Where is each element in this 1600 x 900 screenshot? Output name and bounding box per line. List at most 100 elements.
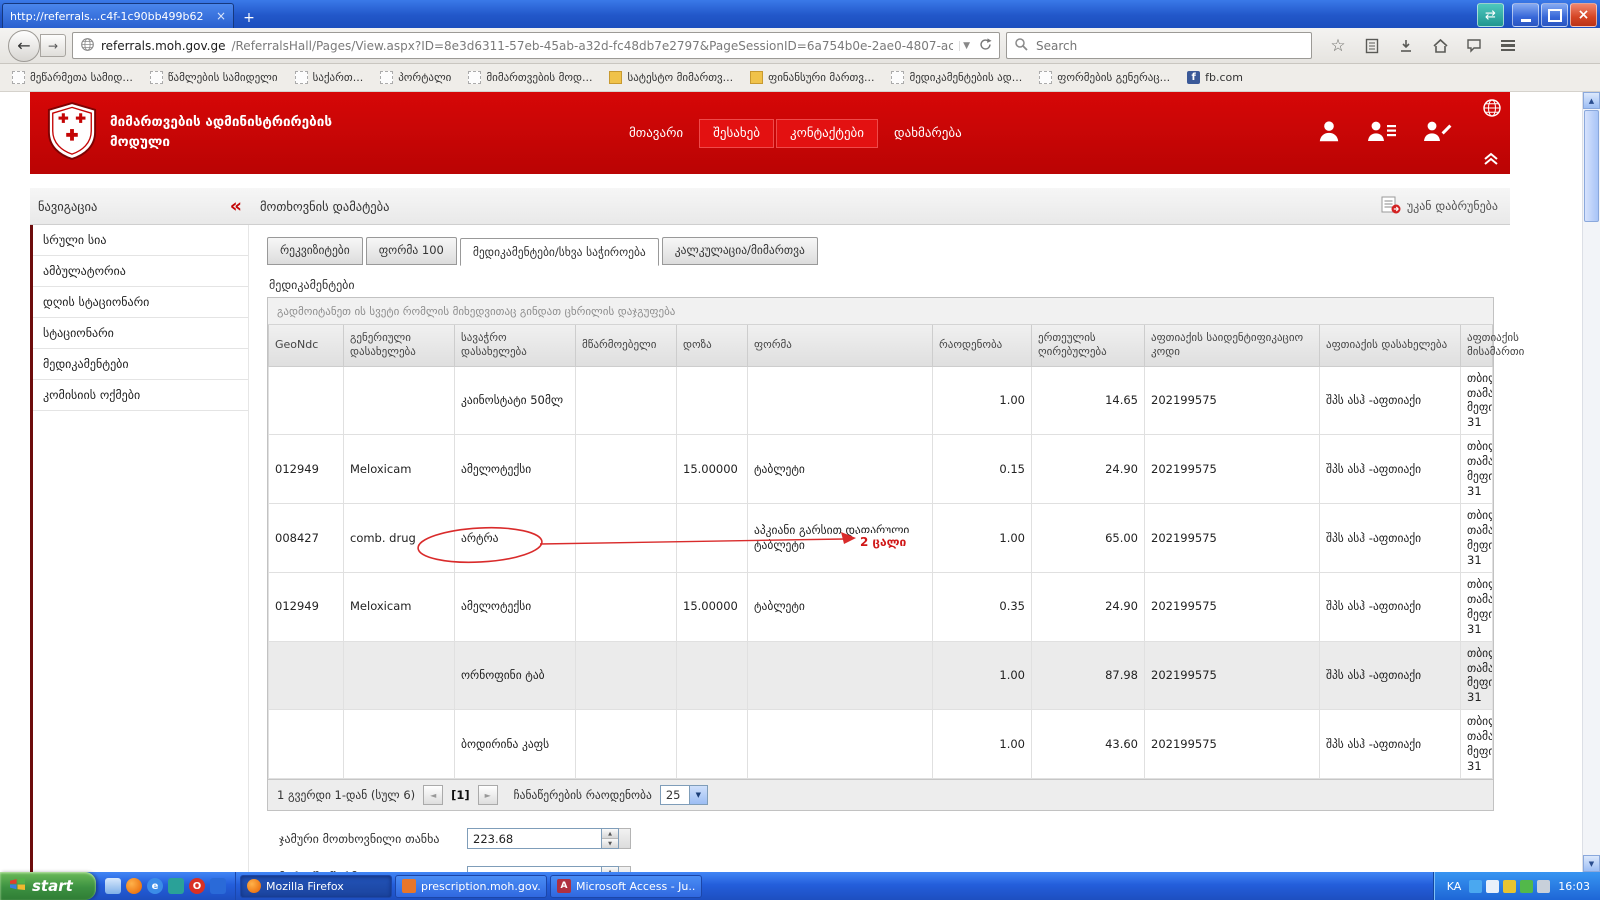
sidebar-item[interactable]: სტაციონარი (33, 318, 248, 349)
spinner-up-icon[interactable]: ▲ (602, 829, 618, 839)
bookmarks-panel-icon[interactable] (1360, 34, 1384, 58)
task-button[interactable]: Mozilla Firefox (240, 875, 392, 898)
grid-row[interactable]: კაინოსტატი 50მლ1.0014.65202199575შპს ასჰ… (269, 366, 1493, 435)
next-page-button[interactable]: ► (478, 785, 498, 805)
column-header[interactable]: სავაჭრო დასახელება (455, 325, 576, 366)
bookmark-item[interactable]: ფორმების გენერაც... (1039, 71, 1170, 84)
sidebar-collapse-icon[interactable]: « (230, 197, 242, 216)
page-size-select[interactable]: 25 ▼ (660, 785, 708, 805)
user-edit-icon[interactable] (1422, 118, 1452, 148)
scroll-top-icon[interactable] (1482, 151, 1500, 170)
group-panel[interactable]: გადმოიტანეთ ის სვეტი რომლის მიხედვითაც გ… (268, 298, 1493, 325)
amount-input[interactable]: 223.68▲▼ (467, 828, 631, 849)
grid-row[interactable]: 012949Meloxicamამელოტექსი15.00000ტაბლეტი… (269, 435, 1493, 504)
bookmark-item[interactable]: ffb.com (1187, 71, 1243, 84)
firefox-icon[interactable] (126, 878, 142, 894)
column-header[interactable]: ფორმა (748, 325, 933, 366)
column-header[interactable]: აფთიაქის დასახელება (1320, 325, 1461, 366)
nav-link[interactable]: შესახებ (699, 119, 774, 148)
grid-cell: 1.00 (933, 710, 1032, 779)
bookmark-item[interactable]: წამლების სამიდელი (150, 71, 278, 84)
internet-explorer-icon[interactable]: e (147, 878, 163, 894)
scrollbar-thumb[interactable] (1584, 110, 1599, 222)
scroll-down-icon[interactable]: ▼ (1583, 855, 1600, 872)
language-indicator[interactable]: KA (1447, 880, 1462, 893)
reload-icon[interactable] (979, 38, 992, 54)
nav-link[interactable]: კონტაქტები (776, 119, 878, 148)
url-bar[interactable]: referrals.moh.gov.ge /ReferralsHall/Page… (72, 32, 1000, 59)
grid-row[interactable]: 008427comb. drugარტრააპკიანი გარსით დაფა… (269, 504, 1493, 573)
bookmark-item[interactable]: საქართ... (295, 71, 364, 84)
spinner-down-icon[interactable]: ▼ (602, 839, 618, 848)
tab-close-icon[interactable]: × (216, 9, 226, 23)
bookmark-item[interactable]: პორტალი (380, 71, 451, 84)
tab-groups-icon[interactable]: ⇄ (1477, 3, 1504, 27)
grid-row[interactable]: ორნოფინი ტაბ1.0087.98202199575შპს ასჰ -ა… (269, 641, 1493, 710)
dropdown-arrow-icon[interactable]: ▼ (689, 786, 707, 804)
bookmark-item[interactable]: მიმართვების მოდ... (468, 71, 592, 84)
sidebar-item[interactable]: კომისიის ოქმები (33, 380, 248, 411)
browser-scrollbar[interactable]: ▲ ▼ (1582, 92, 1600, 872)
sidebar-item[interactable]: სრული სია (33, 225, 248, 256)
column-header[interactable]: გენერიული დასახელება (344, 325, 455, 366)
current-page[interactable]: [1] (451, 788, 470, 802)
site-identity-icon[interactable] (80, 37, 95, 55)
show-desktop-icon[interactable] (105, 878, 121, 894)
sidebar-item[interactable]: ამბულატორია (33, 256, 248, 287)
outlook-icon[interactable] (210, 878, 226, 894)
tab[interactable]: ფორმა 100 (366, 237, 457, 265)
task-button[interactable]: AMicrosoft Access - Ju... (550, 875, 702, 898)
media-player-icon[interactable] (168, 878, 184, 894)
column-header[interactable]: ერთეულის ღირებულება (1032, 325, 1145, 366)
new-tab-button[interactable]: + (236, 8, 262, 28)
back-button[interactable]: ← (8, 30, 40, 62)
tab[interactable]: მედიკამენტები/სხვა საჭიროება (460, 238, 659, 266)
url-dropdown-icon[interactable]: ▼ (959, 41, 973, 51)
globe-icon[interactable] (1482, 98, 1502, 122)
browser-tab[interactable]: http://referrals...c4f-1c90bb499b62 × (2, 3, 234, 28)
column-header[interactable]: დოზა (677, 325, 748, 366)
bookmark-item[interactable]: ფინანსური მართვ... (750, 71, 874, 84)
column-header[interactable]: აფთიაქის მისამართი (1461, 325, 1493, 366)
search-input[interactable] (1034, 38, 1304, 54)
bookmark-item[interactable]: მეწარმეთა სამიდ... (12, 71, 133, 84)
task-button[interactable]: prescription.moh.gov... (395, 875, 547, 898)
sidebar-item[interactable]: მედიკამენტები (33, 349, 248, 380)
bookmark-item[interactable]: მედიკამენტების ად... (891, 71, 1022, 84)
column-header[interactable]: აფთიაქის საიდენტიფიკაციო კოდი (1145, 325, 1320, 366)
nav-link[interactable]: დახმარება (880, 119, 976, 148)
maximize-button[interactable] (1541, 3, 1568, 27)
sidebar-item[interactable]: დღის სტაციონარი (33, 287, 248, 318)
tab[interactable]: რეკვიზიტები (267, 237, 363, 265)
bookmark-item[interactable]: სატესტო მიმართვ... (609, 71, 733, 84)
column-header[interactable]: მწარმოებელი (576, 325, 677, 366)
chat-icon[interactable] (1462, 34, 1486, 58)
column-header[interactable]: GeoNdc (269, 325, 344, 366)
search-box[interactable] (1006, 32, 1312, 59)
column-header[interactable]: რაოდენობა (933, 325, 1032, 366)
user-list-icon[interactable] (1366, 118, 1398, 148)
forward-button[interactable]: → (40, 34, 66, 57)
opera-icon[interactable]: O (189, 878, 205, 894)
prev-page-button[interactable]: ◄ (423, 785, 443, 805)
user-icon[interactable] (1316, 118, 1342, 148)
close-button[interactable]: × (1570, 3, 1597, 27)
grid-row[interactable]: 012949Meloxicamამელოტექსი15.00000ტაბლეტი… (269, 572, 1493, 641)
grid-row[interactable]: ბოდირინა კაფს1.0043.60202199575შპს ასჰ -… (269, 710, 1493, 779)
volume-tray-icon[interactable] (1486, 880, 1499, 893)
minimize-button[interactable] (1512, 3, 1539, 27)
antivirus-tray-icon[interactable] (1503, 880, 1516, 893)
update-tray-icon[interactable] (1520, 880, 1533, 893)
bookmark-star-icon[interactable]: ☆ (1326, 34, 1350, 58)
nav-link[interactable]: მთავარი (615, 119, 697, 148)
network-tray-icon[interactable] (1469, 880, 1482, 893)
downloads-icon[interactable] (1394, 34, 1418, 58)
scroll-up-icon[interactable]: ▲ (1583, 92, 1600, 109)
home-icon[interactable] (1428, 34, 1452, 58)
input-value[interactable]: 223.68 (468, 829, 601, 848)
usb-tray-icon[interactable] (1537, 880, 1550, 893)
start-button[interactable]: start (0, 872, 96, 900)
menu-icon[interactable] (1496, 34, 1520, 58)
back-link[interactable]: უკან დაბრუნება (1381, 196, 1498, 217)
tab[interactable]: კალკულაცია/მიმართვა (662, 237, 818, 265)
